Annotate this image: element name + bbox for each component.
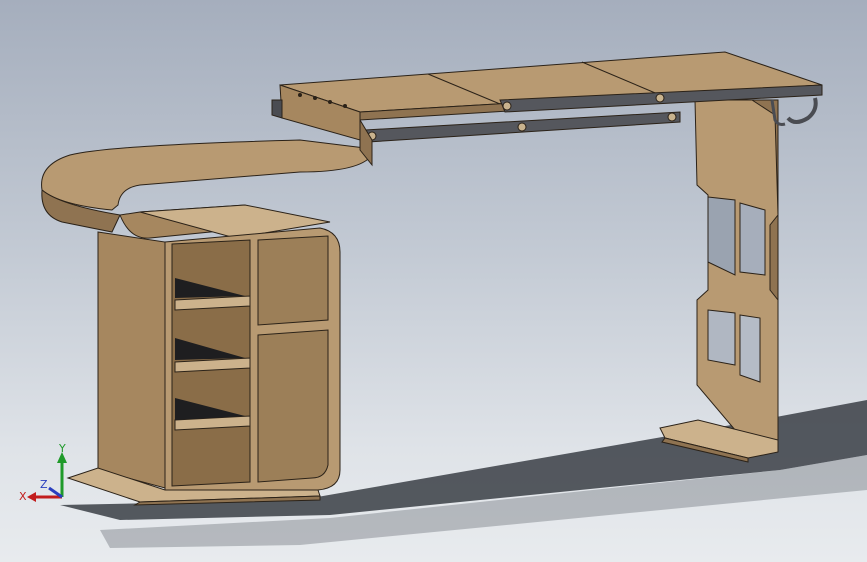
x-axis-label: X (19, 490, 27, 503)
z-axis-label: Z (40, 478, 48, 491)
graphics-viewport[interactable]: Y X Z (0, 0, 867, 562)
y-axis-label: Y (58, 442, 66, 455)
orientation-triad: Y X Z (19, 442, 67, 503)
x-axis-arrow (27, 492, 36, 502)
